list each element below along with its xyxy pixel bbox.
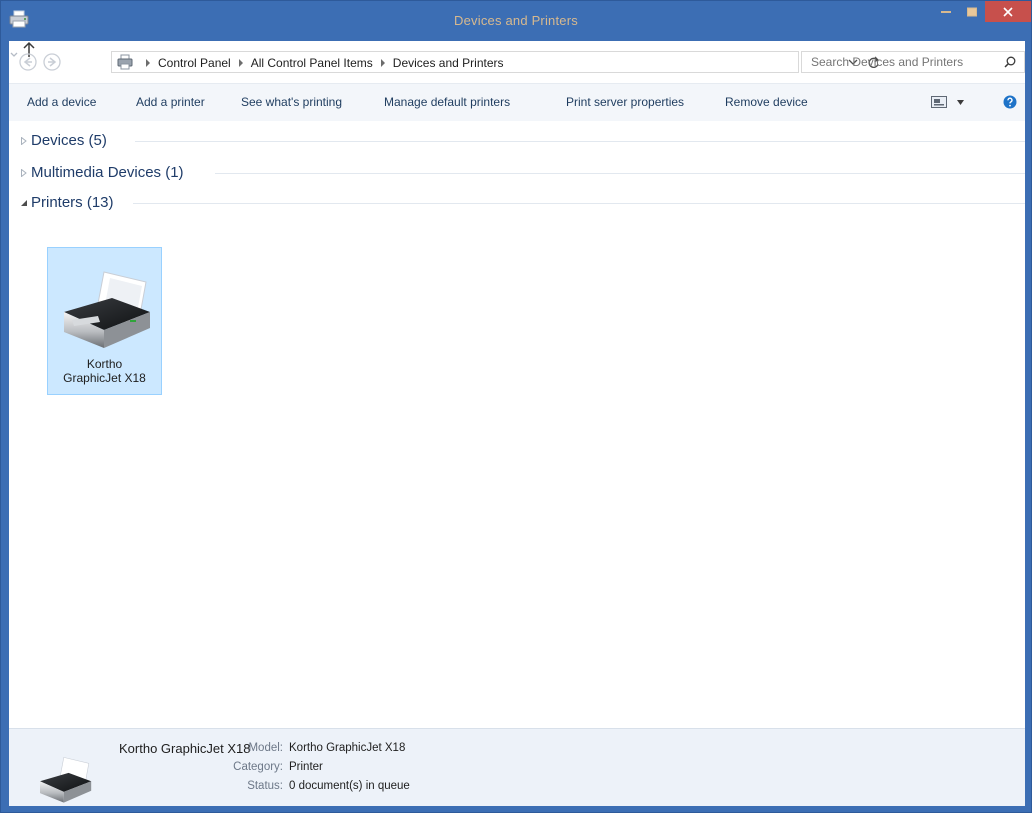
window: Devices and Printers Control Panel All C… [0, 0, 1032, 813]
details-category: Category: Printer [219, 761, 323, 773]
add-printer-button[interactable]: Add a printer [136, 95, 205, 109]
add-device-button[interactable]: Add a device [27, 95, 96, 109]
expand-arrow-icon[interactable] [21, 169, 27, 177]
printer-name-line1: Kortho [86, 357, 123, 371]
group-printers[interactable]: Printers (13) [9, 191, 1025, 215]
title-bar: Devices and Printers [1, 1, 1031, 39]
expand-arrow-icon[interactable] [21, 137, 27, 145]
forward-arrow-icon[interactable] [43, 53, 61, 71]
command-bar: Add a device Add a printer See what's pr… [9, 83, 1025, 121]
view-icon[interactable] [931, 96, 947, 108]
print-server-properties-button[interactable]: Print server properties [566, 95, 684, 109]
status-label: Status: [247, 780, 283, 792]
breadcrumb: Control Panel All Control Panel Items De… [138, 56, 504, 70]
chevron-right-icon[interactable] [380, 59, 386, 67]
see-printing-button[interactable]: See what's printing [241, 95, 342, 109]
back-arrow-icon[interactable] [19, 53, 37, 71]
minimize-icon [941, 10, 951, 13]
group-divider [135, 141, 1025, 142]
devices-printers-icon [117, 54, 133, 70]
chevron-right-icon[interactable] [145, 59, 151, 67]
manage-default-printers-button[interactable]: Manage default printers [384, 95, 510, 109]
search-input[interactable] [802, 52, 998, 72]
breadcrumb-all-items[interactable]: All Control Panel Items [251, 56, 373, 70]
maximize-icon [967, 7, 977, 16]
maximize-button[interactable] [959, 1, 985, 22]
group-label: Multimedia Devices (1) [31, 164, 192, 181]
breadcrumb-devices-printers[interactable]: Devices and Printers [393, 56, 504, 70]
content-area: Devices (5) Multimedia Devices (1) Print… [9, 121, 1025, 728]
search-box [801, 51, 1025, 73]
group-label: Printers (13) [31, 194, 122, 211]
chevron-down-icon[interactable] [957, 100, 964, 105]
close-button[interactable] [985, 1, 1031, 22]
printer-name-line2: GraphicJet X18 [63, 371, 146, 385]
printer-icon [64, 271, 150, 348]
status-value: 0 document(s) in queue [289, 780, 410, 792]
printer-name: Kortho GraphicJet X18 [48, 357, 161, 385]
minimize-button[interactable] [933, 1, 959, 22]
group-divider [215, 173, 1025, 174]
remove-device-button[interactable]: Remove device [725, 95, 808, 109]
details-pane: Kortho GraphicJet X18 Model: Kortho Graph… [9, 728, 1025, 806]
group-divider [133, 203, 1025, 204]
details-status: Status: 0 document(s) in queue [219, 780, 410, 792]
group-label: Devices (5) [31, 132, 115, 149]
window-title: Devices and Printers [454, 13, 578, 28]
model-value: Kortho GraphicJet X18 [289, 742, 406, 754]
group-devices[interactable]: Devices (5) [9, 129, 1025, 153]
category-value: Printer [289, 761, 323, 773]
collapse-arrow-icon[interactable] [21, 199, 27, 207]
model-label: Model: [248, 742, 283, 754]
breadcrumb-control-panel[interactable]: Control Panel [158, 56, 231, 70]
search-icon[interactable] [1004, 56, 1016, 68]
address-bar[interactable]: Control Panel All Control Panel Items De… [111, 51, 880, 73]
printer-item[interactable]: Kortho GraphicJet X18 [47, 247, 162, 395]
address-row: Control Panel All Control Panel Items De… [9, 41, 1025, 83]
chevron-right-icon[interactable] [238, 59, 244, 67]
printer-icon [40, 757, 92, 803]
help-icon[interactable] [1003, 95, 1017, 109]
close-icon [1003, 6, 1013, 17]
group-multimedia-devices[interactable]: Multimedia Devices (1) [9, 161, 1025, 185]
details-model: Model: Kortho GraphicJet X18 [219, 742, 405, 754]
category-label: Category: [233, 761, 283, 773]
recent-locations-icon[interactable] [9, 49, 19, 59]
